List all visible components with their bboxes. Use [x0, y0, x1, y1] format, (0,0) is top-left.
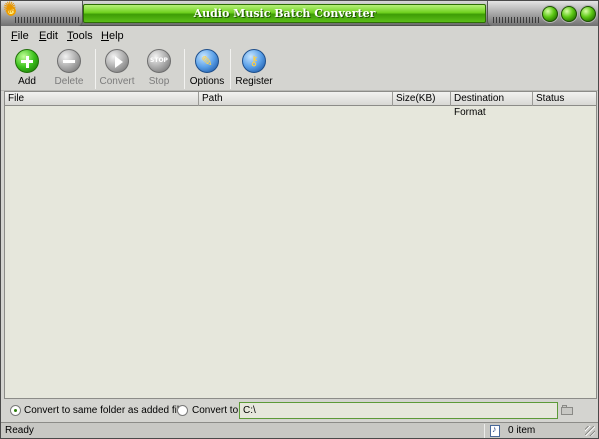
column-header-size[interactable]: Size(KB)	[393, 92, 451, 106]
list-header: File Path Size(KB) Destination Format St…	[5, 92, 596, 118]
stop-label: Stop	[148, 76, 170, 87]
menu-edit[interactable]: Edit	[39, 30, 58, 42]
stop-button[interactable]: STOP Stop	[135, 49, 183, 91]
key-icon: ⚷	[242, 49, 266, 73]
menu-file[interactable]: File	[11, 30, 29, 42]
convert-to-radio[interactable]	[177, 405, 188, 416]
maximize-button[interactable]	[561, 6, 577, 22]
list-body[interactable]	[5, 106, 596, 398]
grille-decoration	[493, 17, 539, 23]
status-text: Ready	[5, 425, 34, 436]
wrench-icon: ✎	[195, 49, 219, 73]
same-folder-label[interactable]: Convert to same folder as added file	[24, 405, 185, 416]
menu-help[interactable]: Help	[101, 30, 124, 42]
title-left-panel	[1, 1, 83, 26]
delete-label: Delete	[54, 76, 84, 87]
minimize-button[interactable]	[542, 6, 558, 22]
folder-icon[interactable]	[561, 404, 574, 415]
column-header-status[interactable]: Status	[533, 92, 596, 106]
toolbar: Add Delete Convert STOP Stop ✎ Options ⚷…	[1, 45, 598, 91]
destination-path-input[interactable]	[239, 402, 558, 419]
title-bar[interactable]: Audio Music Batch Converter	[1, 1, 598, 26]
options-label: Options	[189, 76, 225, 87]
resize-grip[interactable]	[585, 426, 595, 436]
menu-tools[interactable]: Tools	[67, 30, 93, 42]
convert-button[interactable]: Convert	[93, 49, 141, 91]
menu-bar: File Edit Tools Help	[1, 27, 598, 45]
column-header-path[interactable]: Path	[199, 92, 393, 106]
delete-button[interactable]: Delete	[45, 49, 93, 91]
app-window: Audio Music Batch Converter File Edit To…	[0, 0, 599, 439]
add-button[interactable]: Add	[3, 49, 51, 91]
title-plate: Audio Music Batch Converter	[83, 4, 486, 23]
plus-circle-icon	[15, 49, 39, 73]
stop-circle-icon: STOP	[147, 49, 171, 73]
grille-decoration	[15, 17, 79, 23]
register-button[interactable]: ⚷ Register	[230, 49, 278, 91]
minus-circle-icon	[57, 49, 81, 73]
column-header-file[interactable]: File	[5, 92, 199, 106]
convert-label: Convert	[99, 76, 135, 87]
play-circle-icon	[105, 49, 129, 73]
file-list[interactable]: File Path Size(KB) Destination Format St…	[4, 91, 597, 399]
item-count: 0 item	[508, 425, 536, 436]
add-label: Add	[18, 76, 36, 87]
audio-document-icon	[490, 424, 500, 437]
options-button[interactable]: ✎ Options	[183, 49, 231, 91]
status-divider	[484, 424, 485, 438]
same-folder-radio[interactable]	[10, 405, 21, 416]
register-label: Register	[235, 76, 273, 87]
output-options: Convert to same folder as added file Con…	[1, 400, 598, 421]
sun-icon[interactable]	[3, 1, 18, 18]
window-title: Audio Music Batch Converter	[193, 7, 376, 20]
column-header-destination-format[interactable]: Destination Format	[451, 92, 533, 118]
status-bar: Ready 0 item	[1, 422, 598, 438]
convert-to-label[interactable]: Convert to	[192, 405, 238, 416]
close-button[interactable]	[580, 6, 596, 22]
